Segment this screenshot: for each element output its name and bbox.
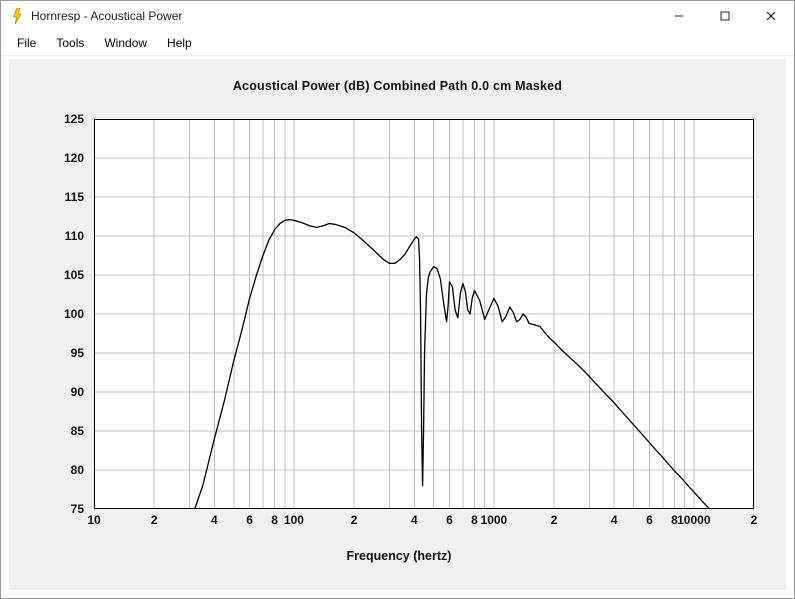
x-tick-label: 4 [611,513,618,527]
y-tick-label: 110 [24,229,84,243]
plot-area [94,119,754,509]
x-tick-label: 6 [646,513,653,527]
x-tick-label: 10000 [677,513,710,527]
x-tick-label: 2 [551,513,558,527]
y-tick-label: 125 [24,112,84,126]
plot-svg [94,119,754,509]
x-tick-label: 2 [751,513,758,527]
x-tick-label: 8 [271,513,278,527]
x-tick-label: 4 [411,513,418,527]
x-axis-label: Frequency (hertz) [24,549,774,563]
title-bar[interactable]: Hornresp - Acoustical Power [1,1,794,31]
x-axis-ticks: 102468100246810002468100002 [94,513,754,533]
x-tick-label: 6 [246,513,253,527]
y-axis-ticks: 1251201151101051009590858075 [24,119,90,509]
y-tick-label: 80 [24,463,84,477]
grid-lines [94,119,754,509]
menu-bar: File Tools Window Help [1,31,794,56]
y-tick-label: 85 [24,424,84,438]
y-tick-label: 100 [24,307,84,321]
y-tick-label: 90 [24,385,84,399]
y-tick-label: 95 [24,346,84,360]
menu-tools[interactable]: Tools [46,33,94,53]
maximize-button[interactable] [702,1,748,31]
x-tick-label: 2 [151,513,158,527]
menu-file[interactable]: File [7,33,46,53]
minimize-button[interactable] [656,1,702,31]
x-tick-label: 10 [87,513,100,527]
chart-title: Acoustical Power (dB) Combined Path 0.0 … [9,79,786,93]
x-tick-label: 1000 [481,513,508,527]
x-tick-label: 100 [284,513,304,527]
menu-window[interactable]: Window [94,33,157,53]
y-tick-label: 120 [24,151,84,165]
app-icon [9,8,25,24]
x-tick-label: 2 [351,513,358,527]
x-tick-label: 6 [446,513,453,527]
menu-help[interactable]: Help [157,33,202,53]
y-tick-label: 105 [24,268,84,282]
plot-wrapper: 125 120 115 110 105 100 95 90 85 80 75 10 2 4 6 8 100 2 4… [24,109,774,569]
window-buttons [656,1,794,31]
content-area: Acoustical Power (dB) Combined Path 0.0 … [9,59,786,590]
y-tick-label: 75 [24,502,84,516]
application-window: Hornresp - Acoustical Power File Tools W… [0,0,795,599]
x-tick-label: 4 [211,513,218,527]
x-tick-label: 8 [471,513,478,527]
window-title: Hornresp - Acoustical Power [31,9,182,23]
data-line [195,220,710,509]
y-tick-label: 115 [24,190,84,204]
close-button[interactable] [748,1,794,31]
